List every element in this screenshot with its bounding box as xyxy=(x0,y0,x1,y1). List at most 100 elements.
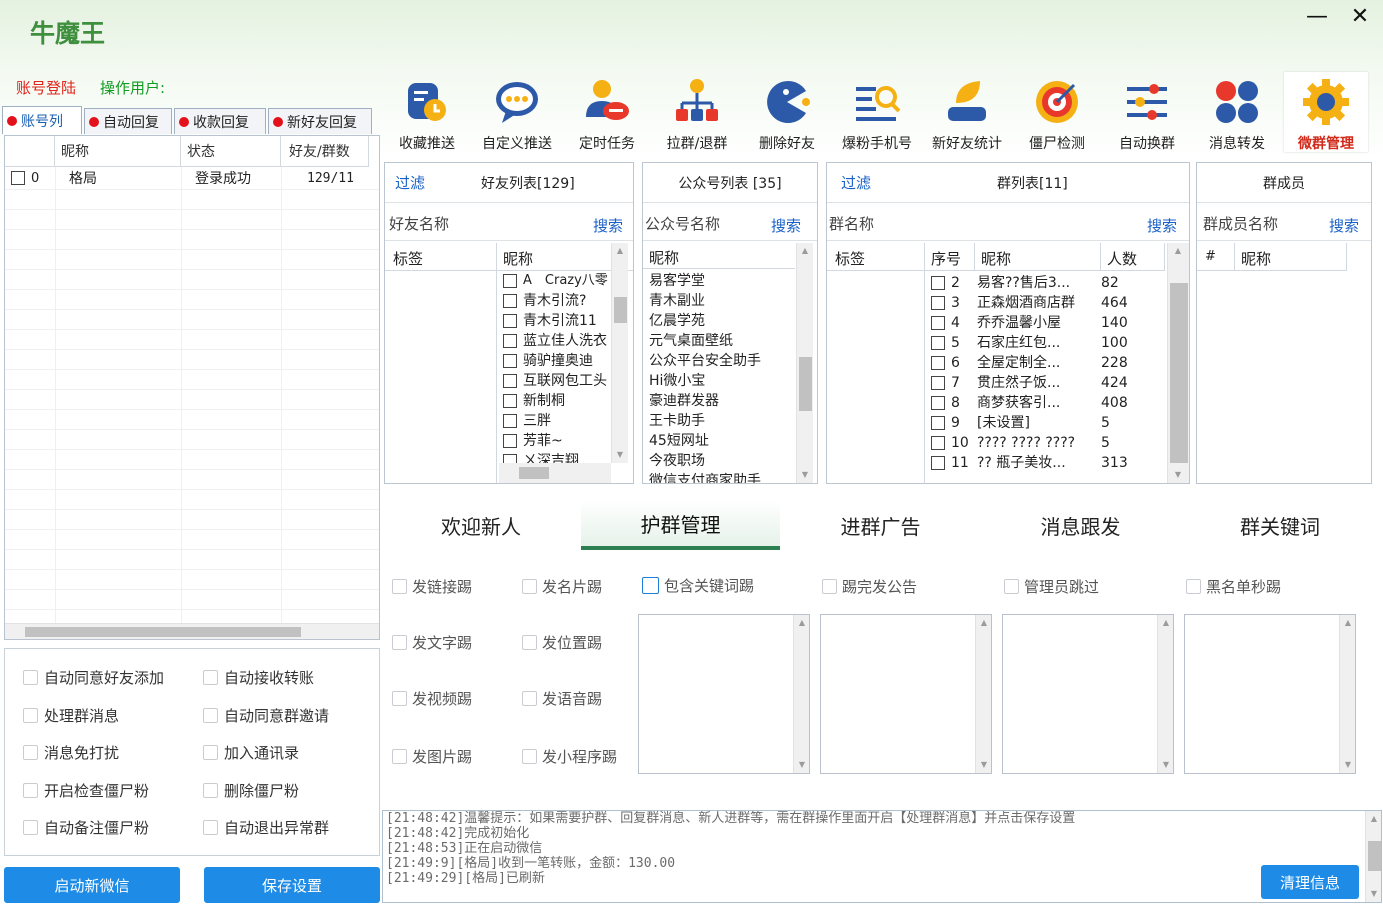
opt-blacklist-kick[interactable]: 黑名单秒踢 xyxy=(1186,576,1281,597)
checkbox[interactable] xyxy=(503,454,517,463)
tool-group-management[interactable]: 微群管理 xyxy=(1284,72,1368,152)
opt-do-not-disturb[interactable]: 消息免打扰 xyxy=(23,742,119,763)
friend-search-button[interactable]: 搜索 xyxy=(593,215,623,236)
checkbox[interactable] xyxy=(1186,579,1201,594)
tab-payment-reply[interactable]: 收款回复 xyxy=(174,108,266,134)
list-item[interactable]: 豪迪群发器 xyxy=(649,391,795,411)
opt-delete-zombie[interactable]: 删除僵尸粉 xyxy=(203,780,299,801)
checkbox[interactable] xyxy=(522,635,537,650)
subtab-group-keywords[interactable]: 群关键词 xyxy=(1181,500,1379,550)
checkbox[interactable] xyxy=(203,708,218,723)
table-row[interactable]: 3 正森烟酒商店群 464 xyxy=(927,293,1167,313)
textarea-vscroll[interactable]: ▲ ▼ xyxy=(975,615,991,773)
checkbox[interactable] xyxy=(931,356,945,370)
list-item[interactable]: 新制桐 xyxy=(499,391,611,411)
tool-message-forward[interactable]: 消息转发 xyxy=(1194,72,1280,152)
subtab-welcome[interactable]: 欢迎新人 xyxy=(382,500,580,550)
checkbox[interactable] xyxy=(23,670,38,685)
table-row[interactable]: 8 商梦获客引... 408 xyxy=(927,393,1167,413)
subtab-group-guard[interactable]: 护群管理 xyxy=(581,500,780,550)
minimize-button[interactable]: — xyxy=(1302,4,1332,32)
group-search-button[interactable]: 搜索 xyxy=(1147,215,1177,236)
checkbox[interactable] xyxy=(503,294,517,308)
tab-account-list[interactable]: 账号列 xyxy=(2,106,82,134)
checkbox[interactable] xyxy=(503,274,517,288)
list-item[interactable]: 公众平台安全助手 xyxy=(649,351,795,371)
list-item[interactable]: 青木引流? xyxy=(499,291,611,311)
tool-zombie-check[interactable]: 僵尸检测 xyxy=(1014,72,1100,152)
list-item[interactable]: 互联网包工头 xyxy=(499,371,611,391)
opt-add-contacts[interactable]: 加入通讯录 xyxy=(203,742,299,763)
checkbox[interactable] xyxy=(931,316,945,330)
table-row[interactable]: 10 ???? ???? ???? 5 xyxy=(927,433,1167,453)
checkbox[interactable] xyxy=(203,670,218,685)
account-table-hscroll[interactable] xyxy=(5,623,379,639)
list-item[interactable]: A Crazy八零 xyxy=(499,271,611,291)
tool-custom-push[interactable]: 自定义推送 xyxy=(474,72,560,152)
tab-auto-reply[interactable]: 自动回复 xyxy=(84,108,172,134)
official-search-button[interactable]: 搜索 xyxy=(771,215,801,236)
checkbox[interactable] xyxy=(392,579,407,594)
group-filter-link[interactable]: 过滤 xyxy=(841,172,871,193)
table-row[interactable]: 6 全屋定制全... 228 xyxy=(927,353,1167,373)
list-item[interactable]: 微信支付商家助手 xyxy=(649,471,795,483)
tool-phone-number-fans[interactable]: 爆粉手机号 xyxy=(834,72,920,152)
checkbox[interactable] xyxy=(23,783,38,798)
table-row[interactable]: 2 易客??售后3... 82 xyxy=(927,273,1167,293)
list-item[interactable]: Hi微小宝 xyxy=(649,371,795,391)
table-row[interactable]: 0 格局 登录成功 129/11 xyxy=(5,167,379,189)
textarea-vscroll[interactable]: ▲ ▼ xyxy=(793,615,809,773)
opt-kick-location[interactable]: 发位置踢 xyxy=(522,632,602,653)
friend-filter-link[interactable]: 过滤 xyxy=(395,172,425,193)
friend-list-hscroll[interactable] xyxy=(499,463,611,483)
table-row[interactable]: 5 石家庄红包... 100 xyxy=(927,333,1167,353)
subtab-message-follow[interactable]: 消息跟发 xyxy=(981,500,1180,550)
list-item[interactable]: 今夜职场 xyxy=(649,451,795,471)
checkbox[interactable] xyxy=(23,708,38,723)
opt-auto-receive-transfer[interactable]: 自动接收转账 xyxy=(203,667,314,688)
list-item[interactable]: 蓝立佳人洗衣 xyxy=(499,331,611,351)
checkbox[interactable] xyxy=(1004,579,1019,594)
tool-favorite-push[interactable]: 收藏推送 xyxy=(384,72,470,152)
checkbox[interactable] xyxy=(503,414,517,428)
checkbox[interactable] xyxy=(203,783,218,798)
log-vscroll[interactable]: ▲ ▼ xyxy=(1365,811,1381,902)
official-list-vscroll[interactable]: ▲ ▼ xyxy=(796,243,813,483)
checkbox[interactable] xyxy=(522,749,537,764)
textarea-vscroll[interactable]: ▲ ▼ xyxy=(1157,615,1173,773)
list-item[interactable]: 青木引流11 xyxy=(499,311,611,331)
clear-info-button[interactable]: 清理信息 xyxy=(1261,865,1359,899)
opt-kick-voice[interactable]: 发语音踢 xyxy=(522,688,602,709)
admin-textarea[interactable]: ▲ ▼ xyxy=(1002,614,1174,774)
save-settings-button[interactable]: 保存设置 xyxy=(204,867,380,903)
opt-kick-image[interactable]: 发图片踢 xyxy=(392,746,472,767)
opt-auto-exit-abnormal-group[interactable]: 自动退出异常群 xyxy=(203,817,329,838)
opt-kick-keyword[interactable]: 包含关键词踢 xyxy=(642,575,754,596)
blacklist-textarea[interactable]: ▲ ▼ xyxy=(1184,614,1356,774)
checkbox[interactable] xyxy=(503,314,517,328)
subtab-join-ad[interactable]: 进群广告 xyxy=(781,500,980,550)
opt-check-zombie[interactable]: 开启检查僵尸粉 xyxy=(23,780,149,801)
checkbox[interactable] xyxy=(931,416,945,430)
opt-auto-accept-friend[interactable]: 自动同意好友添加 xyxy=(23,667,164,688)
checkbox[interactable] xyxy=(931,376,945,390)
row-checkbox[interactable] xyxy=(11,171,25,185)
checkbox[interactable] xyxy=(931,276,945,290)
opt-handle-group-msg[interactable]: 处理群消息 xyxy=(23,705,119,726)
announce-textarea[interactable]: ▲ ▼ xyxy=(820,614,992,774)
list-item[interactable]: 青木副业 xyxy=(649,291,795,311)
friend-list-vscroll[interactable]: ▲ ▼ xyxy=(611,243,628,463)
checkbox[interactable] xyxy=(503,334,517,348)
opt-kick-text[interactable]: 发文字踢 xyxy=(392,632,472,653)
tool-scheduled-task[interactable]: 定时任务 xyxy=(564,72,650,152)
opt-remark-zombie[interactable]: 自动备注僵尸粉 xyxy=(23,817,149,838)
checkbox[interactable] xyxy=(822,579,837,594)
list-item[interactable]: 三胖 xyxy=(499,411,611,431)
checkbox[interactable] xyxy=(392,749,407,764)
list-item[interactable]: 芳菲~ xyxy=(499,431,611,451)
list-item[interactable]: 王卡助手 xyxy=(649,411,795,431)
checkbox[interactable] xyxy=(203,745,218,760)
checkbox[interactable] xyxy=(392,691,407,706)
table-row[interactable]: 11 ?? 瓶子美妆... 313 xyxy=(927,453,1167,473)
table-row[interactable]: 9 [未设置] 5 xyxy=(927,413,1167,433)
